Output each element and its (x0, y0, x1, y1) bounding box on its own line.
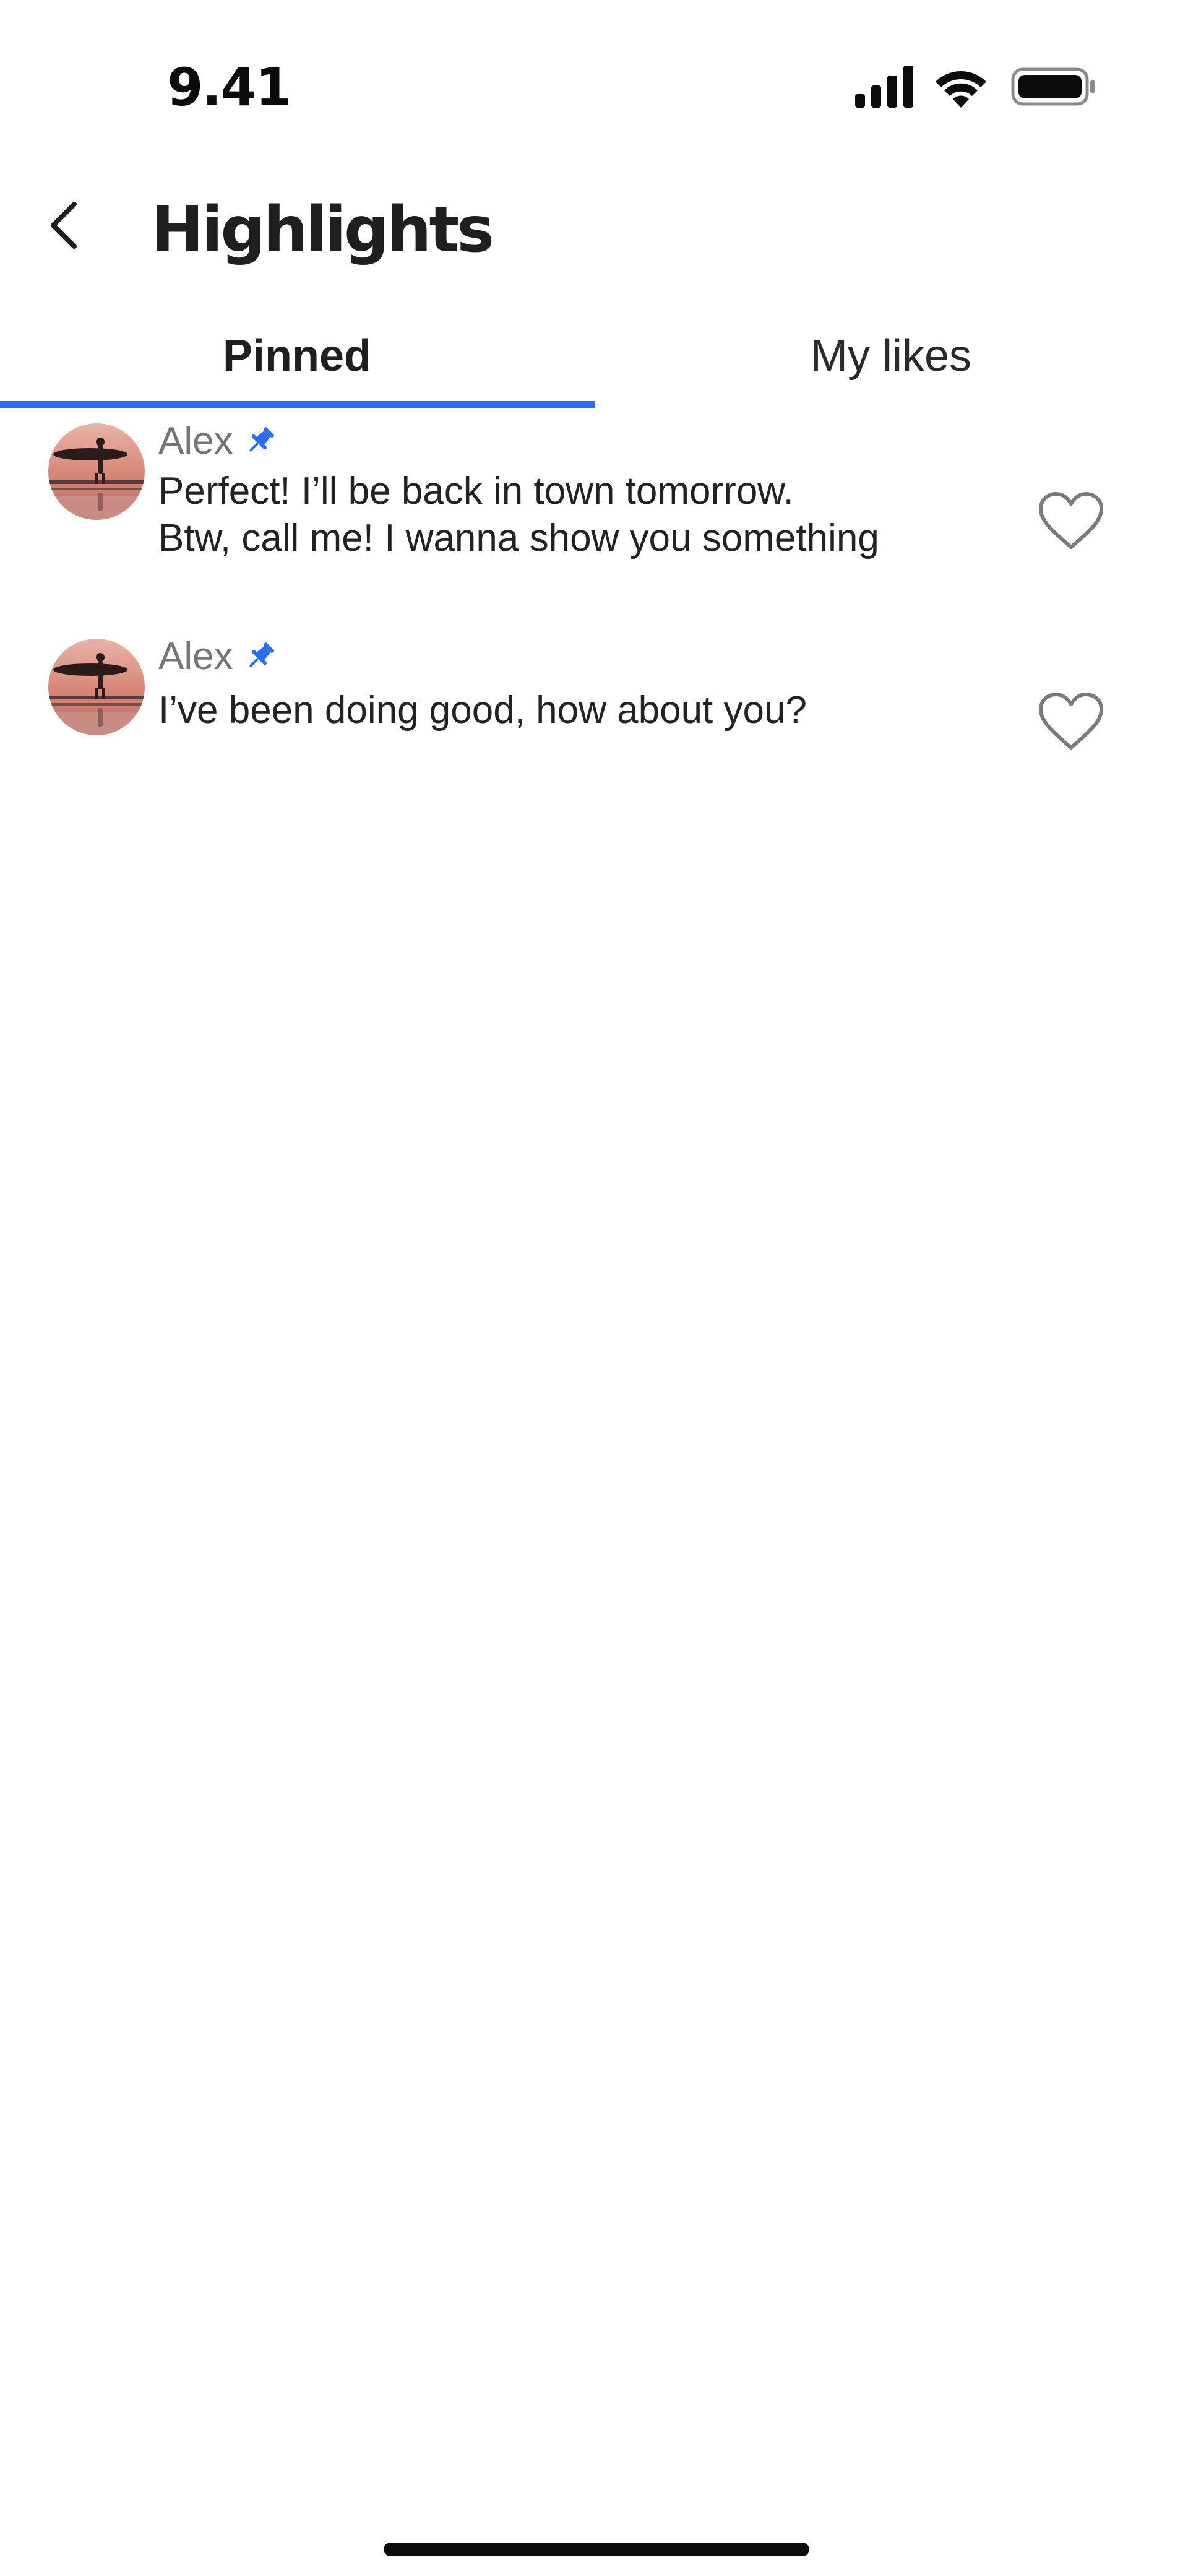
cellular-signal-icon (855, 66, 913, 108)
avatar (48, 423, 145, 520)
tab-bar: Pinned My likes (0, 309, 1188, 410)
back-button[interactable] (37, 197, 99, 259)
active-tab-indicator (0, 401, 595, 408)
heart-icon (1039, 693, 1103, 750)
chevron-left-icon (51, 202, 77, 249)
status-icons (854, 64, 1101, 114)
home-indicator[interactable] (384, 2543, 809, 2556)
sender-name: Alex (158, 419, 233, 462)
pin-icon (249, 642, 274, 667)
avatar (48, 639, 145, 735)
page-title: Highlights (151, 193, 494, 267)
message-text: Perfect! I’ll be back in town tomorrow. … (158, 470, 879, 560)
sender-name: Alex (158, 634, 233, 678)
heart-icon (1039, 492, 1103, 549)
like-button[interactable] (1037, 691, 1105, 753)
wifi-icon (936, 71, 986, 108)
message-text: I’ve been doing good, how about you? (158, 689, 807, 732)
pin-icon (249, 427, 274, 452)
like-button[interactable] (1037, 490, 1105, 552)
status-time: 9.41 (167, 57, 291, 118)
status-bar: 9.41 (0, 0, 1188, 161)
tab-my-likes[interactable]: My likes (594, 309, 1188, 402)
tab-pinned[interactable]: Pinned (0, 309, 594, 402)
battery-icon (1011, 67, 1095, 106)
